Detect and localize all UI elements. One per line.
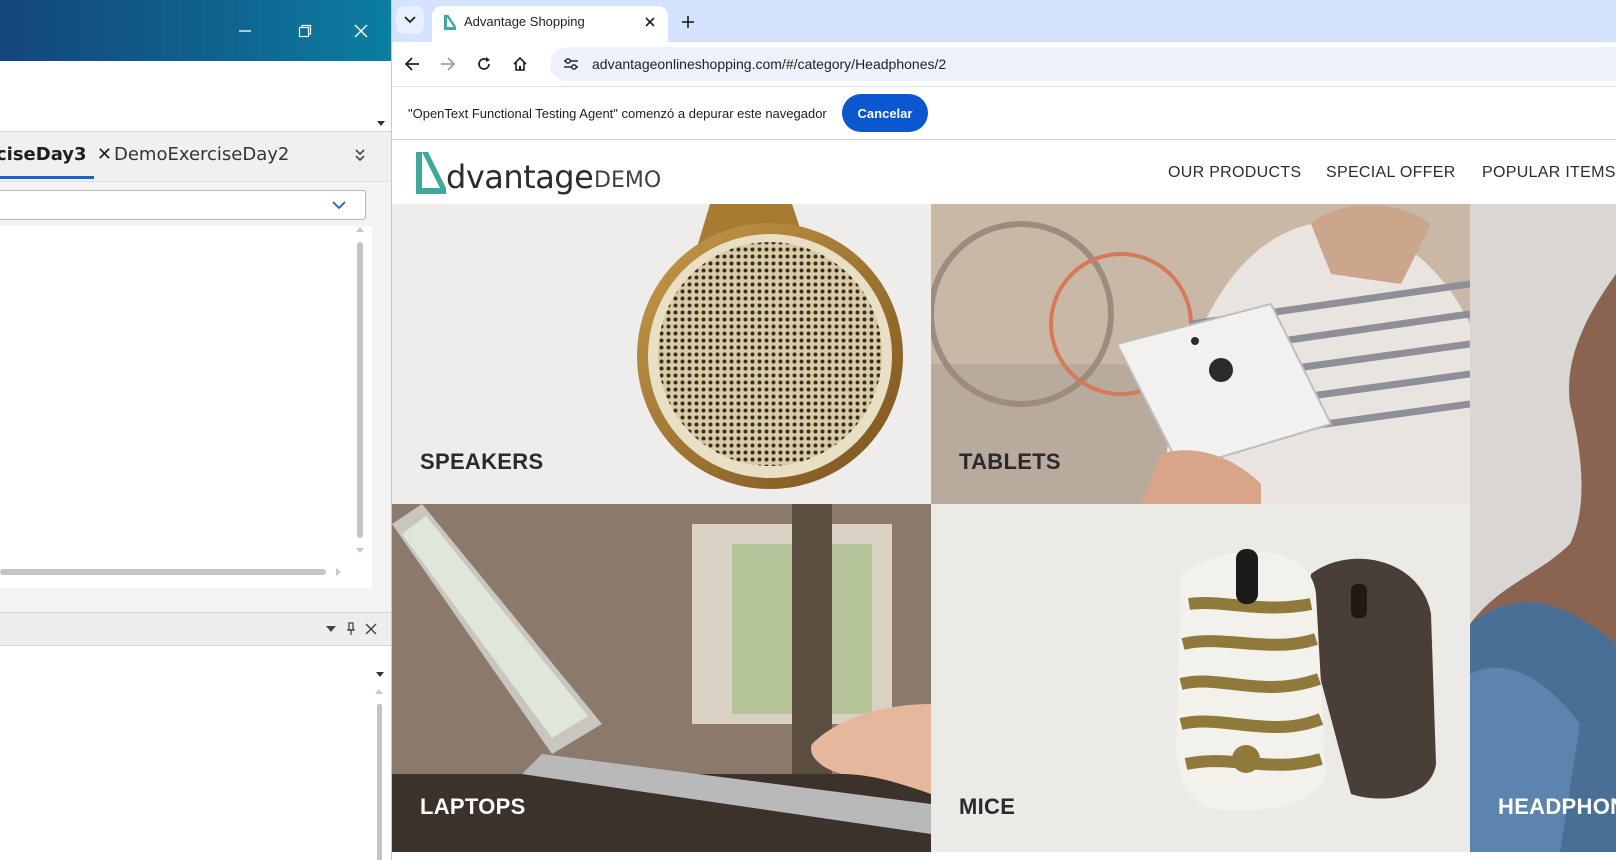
vertical-scrollbar[interactable]	[354, 226, 366, 556]
headphones-image	[1470, 204, 1616, 852]
category-tile-headphones[interactable]: HEADPHON	[1470, 204, 1616, 852]
tab-label: DemoExerciseDay2	[114, 144, 290, 165]
toolbar-overflow-icon[interactable]	[376, 119, 386, 127]
logo-word: dvantage	[446, 158, 594, 196]
minimize-button[interactable]	[228, 14, 262, 48]
web-page: dvantage DEMO OUR PRODUCTS SPECIAL OFFER…	[392, 140, 1616, 860]
arrow-left-icon	[404, 57, 419, 71]
object-selector-dropdown[interactable]	[0, 190, 366, 220]
new-tab-button[interactable]	[674, 8, 702, 36]
tab-exercise-day3[interactable]: ciseDay3 ✕	[0, 144, 112, 165]
site-header: dvantage DEMO OUR PRODUCTS SPECIAL OFFER…	[392, 140, 1616, 204]
category-tile-speakers[interactable]: SPEAKERS	[392, 204, 931, 504]
tab-demo-exercise-day2[interactable]: DemoExerciseDay2	[114, 144, 289, 165]
panel-menu-icon[interactable]	[326, 625, 336, 633]
home-button[interactable]	[506, 50, 534, 78]
category-tile-tablets[interactable]: TABLETS	[931, 204, 1470, 504]
active-tab-indicator	[0, 176, 94, 179]
tab-close-icon[interactable]: ✕	[97, 144, 112, 165]
ide-titlebar	[0, 0, 391, 61]
category-label: LAPTOPS	[420, 794, 526, 819]
restore-icon	[298, 24, 312, 38]
close-panel-icon[interactable]	[365, 623, 377, 635]
reload-icon	[478, 57, 490, 70]
category-label: HEADPHON	[1498, 794, 1616, 819]
close-tab-button[interactable]	[640, 12, 660, 32]
nav-special-offer[interactable]: SPECIAL OFFER	[1326, 164, 1456, 182]
cancel-button[interactable]: Cancelar	[842, 94, 928, 132]
browser-tab-active[interactable]: Advantage Shopping	[432, 6, 668, 42]
category-label: MICE	[959, 794, 1016, 819]
site-info-button[interactable]	[560, 53, 582, 75]
chevron-down-icon	[404, 16, 416, 24]
ide-editor-pane[interactable]	[0, 226, 372, 588]
tab-title: Advantage Shopping	[464, 14, 585, 29]
url-text: advantageonlineshopping.com/#/category/H…	[592, 56, 947, 72]
nav-our-products[interactable]: OUR PRODUCTS	[1168, 164, 1301, 182]
ide-output-pane[interactable]	[0, 646, 391, 860]
forward-button[interactable]	[434, 50, 462, 78]
close-icon	[645, 17, 655, 27]
logo-mark-icon	[416, 152, 446, 194]
reload-button[interactable]	[470, 50, 498, 78]
minimize-icon	[239, 30, 251, 32]
site-favicon-icon	[444, 14, 456, 30]
browser-toolbar: advantageonlineshopping.com/#/category/H…	[392, 42, 1616, 86]
category-label: SPEAKERS	[420, 449, 544, 474]
vertical-scrollbar[interactable]	[374, 686, 384, 860]
debug-infobar: "OpenText Functional Testing Agent" come…	[392, 86, 1616, 140]
browser-window: Advantage Shopping advantageonlineshoppi…	[392, 0, 1616, 860]
ide-toolbar	[0, 61, 391, 132]
address-bar[interactable]: advantageonlineshopping.com/#/category/H…	[550, 47, 1616, 81]
restore-button[interactable]	[288, 14, 322, 48]
pin-icon[interactable]	[346, 622, 356, 636]
close-icon	[354, 24, 368, 38]
close-window-button[interactable]	[344, 14, 378, 48]
panel-header	[0, 612, 391, 646]
tab-search-button[interactable]	[396, 6, 424, 34]
category-tile-mice[interactable]: MICE	[931, 504, 1470, 852]
horizontal-scrollbar[interactable]	[0, 566, 350, 578]
tab-strip: Advantage Shopping	[392, 0, 1616, 42]
arrow-right-icon	[441, 57, 456, 71]
dropdown-arrow-icon[interactable]	[376, 672, 384, 678]
ide-window: ciseDay3 ✕ DemoExerciseDay2	[0, 0, 392, 860]
tab-overflow-icon[interactable]	[354, 148, 366, 162]
chevron-down-icon	[332, 201, 346, 210]
home-icon	[513, 56, 527, 71]
plus-icon	[682, 16, 694, 28]
tune-icon	[564, 58, 578, 70]
tab-label: ciseDay3	[0, 144, 87, 165]
category-label: TABLETS	[959, 449, 1061, 474]
back-button[interactable]	[398, 50, 426, 78]
nav-popular-items[interactable]: POPULAR ITEMS	[1482, 164, 1616, 182]
category-tile-laptops[interactable]: LAPTOPS	[392, 504, 931, 852]
ide-document-tabs: ciseDay3 ✕ DemoExerciseDay2	[0, 132, 391, 182]
infobar-message: "OpenText Functional Testing Agent" come…	[408, 106, 827, 121]
logo-suffix: DEMO	[594, 168, 662, 193]
